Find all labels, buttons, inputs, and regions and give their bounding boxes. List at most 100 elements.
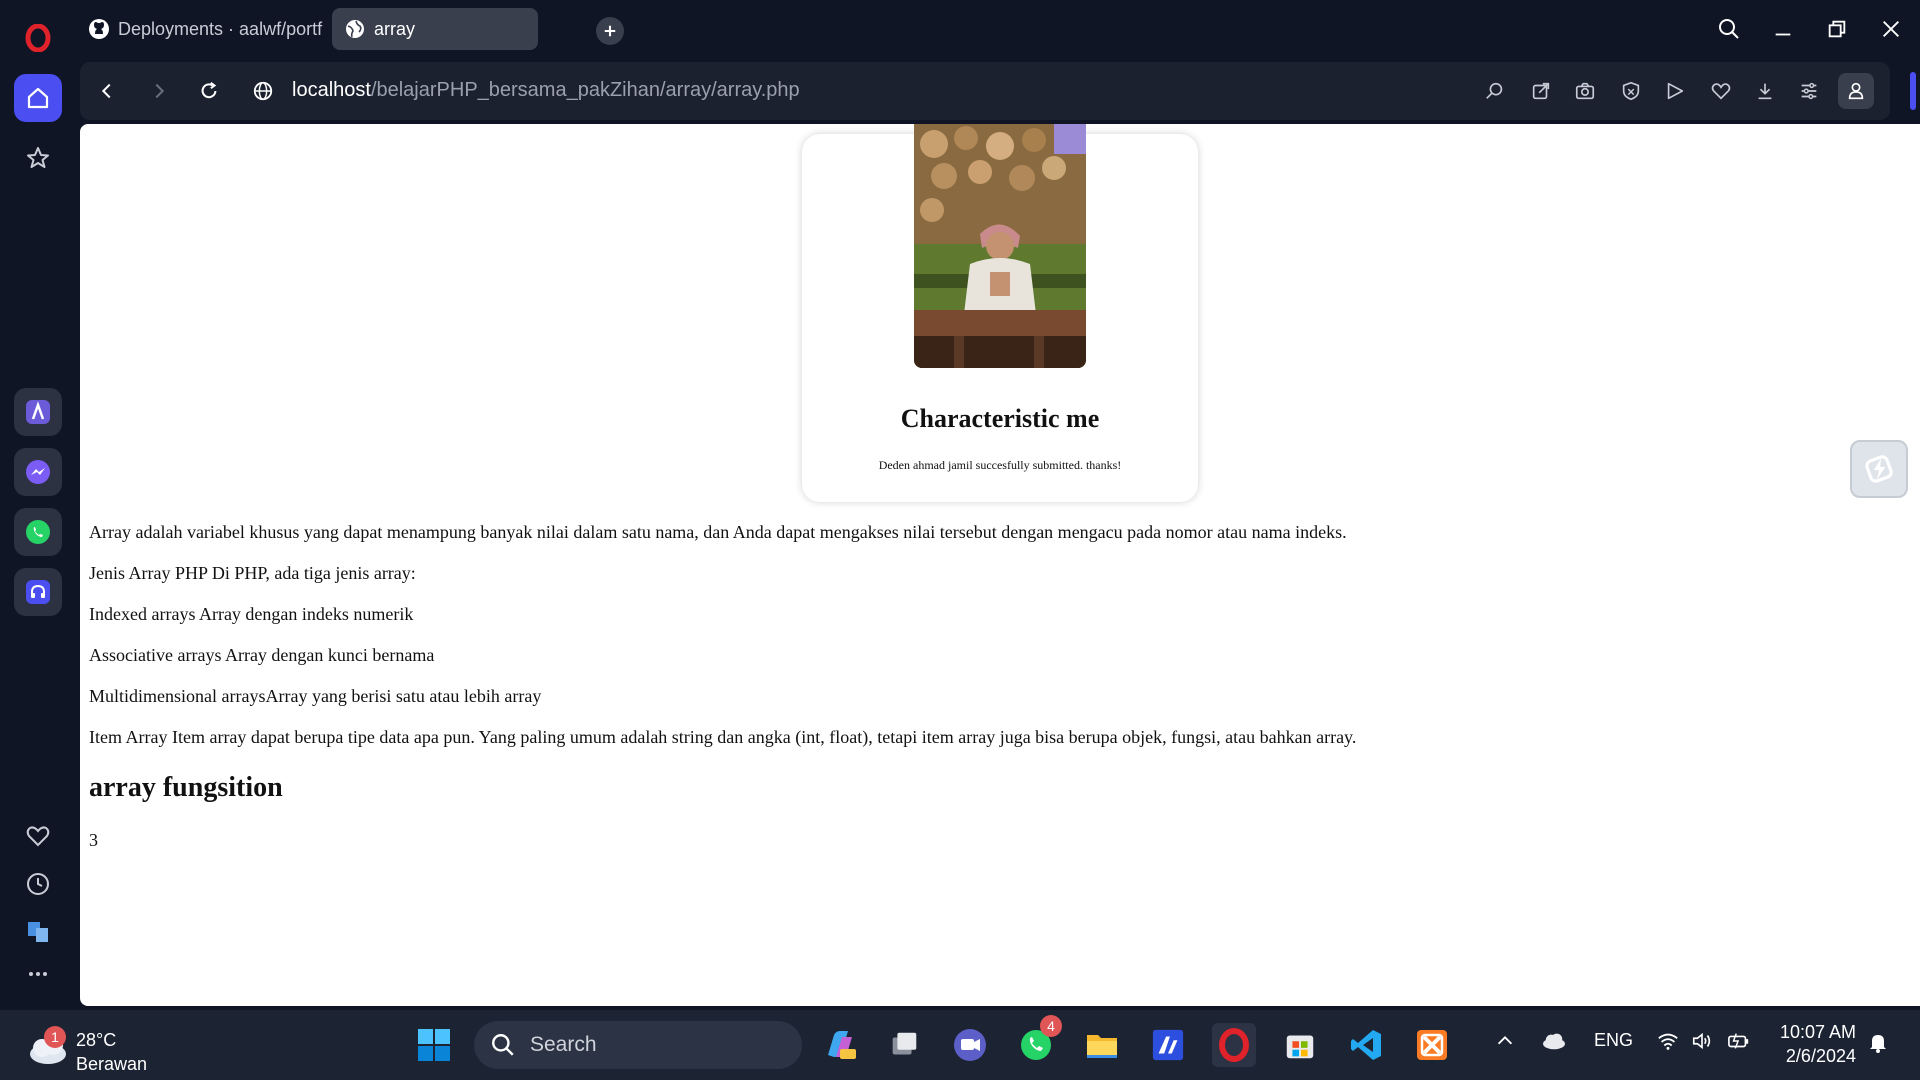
task-view-app[interactable] [882, 1023, 926, 1067]
flow-button[interactable] [1660, 76, 1690, 106]
paragraph-associative: Associative arrays Array dengan kunci be… [89, 645, 435, 665]
battery-icon [1728, 1033, 1749, 1049]
weather-widget[interactable]: 1 28°C Berawan [26, 1022, 147, 1074]
ai-app[interactable] [1146, 1023, 1190, 1067]
video-chat-icon [954, 1029, 986, 1061]
chevron-up-icon [1497, 1036, 1513, 1045]
heart-icon[interactable] [14, 812, 62, 860]
file-explorer-app[interactable] [1080, 1023, 1124, 1067]
xampp-icon [1417, 1030, 1447, 1060]
paragraph-definition: Array adalah variabel khusus yang dapat … [89, 522, 1347, 542]
search-tabs-button[interactable] [1714, 14, 1744, 44]
share-button[interactable] [1526, 76, 1556, 106]
section-heading: array fungsition [89, 772, 283, 803]
vscode-app[interactable] [1344, 1023, 1388, 1067]
share-icon [1532, 82, 1550, 100]
url-host: localhost [292, 79, 371, 101]
messenger-icon[interactable] [14, 448, 62, 496]
music-player-icon[interactable] [14, 568, 62, 616]
battery-button[interactable] [1726, 1030, 1752, 1057]
address-bar: localhost/belajarPHP_bersama_pakZihan/ar… [80, 62, 1890, 120]
tab-array[interactable]: array [332, 8, 538, 50]
language-indicator[interactable]: ENG [1594, 1030, 1633, 1051]
home-icon[interactable] [14, 74, 62, 122]
copilot-app[interactable] [818, 1023, 862, 1067]
camera-icon [1575, 82, 1595, 100]
ai-app-icon [1152, 1029, 1184, 1061]
easy-setup-button[interactable] [1794, 76, 1824, 106]
translate-icon[interactable] [14, 908, 62, 956]
tab-title: array [374, 18, 416, 39]
url-field[interactable]: localhost/belajarPHP_bersama_pakZihan/ar… [292, 79, 800, 102]
back-arrow-icon [101, 83, 111, 99]
bell-icon [1870, 1035, 1886, 1053]
taskbar-search[interactable]: Search [474, 1021, 802, 1069]
store-app[interactable] [1278, 1023, 1322, 1067]
xampp-app[interactable] [1410, 1023, 1454, 1067]
globe-icon [253, 81, 273, 101]
function-result: 3 [89, 830, 98, 850]
start-button[interactable] [412, 1023, 456, 1067]
adblock-button[interactable] [1616, 76, 1646, 106]
whatsapp-badge: 4 [1040, 1015, 1062, 1037]
back-button[interactable] [92, 76, 122, 106]
shield-icon [1622, 81, 1640, 101]
close-button[interactable] [1876, 14, 1906, 44]
opera-app[interactable] [1212, 1023, 1256, 1067]
snapshot-button[interactable] [1570, 76, 1600, 106]
heart-icon [1711, 83, 1731, 100]
zoom-button[interactable] [1480, 76, 1510, 106]
reload-icon [201, 81, 217, 99]
task-view-icon [892, 1032, 917, 1055]
show-hidden-icons-button[interactable] [1494, 1030, 1516, 1057]
paragraph-multidimensional: Multidimensional arraysArray yang berisi… [89, 686, 542, 706]
tab-deployments[interactable]: Deployments · aalwf/portf [76, 8, 324, 50]
close-icon [1883, 21, 1899, 37]
paragraph-indexed: Indexed arrays Array dengan indeks numer… [89, 604, 414, 624]
paragraph-types: Jenis Array PHP Di PHP, ada tiga jenis a… [89, 563, 416, 583]
sidebar-scroll-indicator [1910, 72, 1916, 110]
history-icon[interactable] [14, 860, 62, 908]
onedrive-button[interactable] [1540, 1030, 1568, 1057]
more-icon[interactable] [14, 950, 62, 998]
downloads-button[interactable] [1750, 76, 1780, 106]
url-path: /belajarPHP_bersama_pakZihan/array/array… [370, 79, 800, 101]
restore-icon [1828, 20, 1846, 38]
opera-logo-icon[interactable] [14, 14, 62, 62]
star-icon[interactable] [14, 134, 62, 182]
volume-icon [1692, 1032, 1711, 1050]
tab-title: Deployments · aalwf/portf [118, 18, 323, 39]
forward-button[interactable] [144, 76, 174, 106]
download-icon [1758, 83, 1772, 100]
restore-button[interactable] [1822, 14, 1852, 44]
profile-photo [914, 124, 1086, 368]
profile-button[interactable] [1838, 73, 1874, 109]
new-tab-button[interactable] [596, 17, 624, 45]
clock[interactable]: 10:07 AM 2/6/2024 [1780, 1020, 1856, 1068]
notifications-button[interactable] [1866, 1030, 1890, 1059]
reload-button[interactable] [194, 76, 224, 106]
minimize-button[interactable] [1768, 14, 1798, 44]
whatsapp-icon[interactable] [14, 508, 62, 556]
floating-extension-button[interactable] [1850, 440, 1908, 498]
browser-sidebar [0, 0, 76, 1010]
folder-icon [1087, 1035, 1117, 1058]
volume-button[interactable] [1690, 1030, 1714, 1057]
send-icon [1667, 82, 1684, 100]
aria-icon[interactable] [14, 388, 62, 436]
screen: Deployments · aalwf/portf array localhos… [0, 0, 1920, 1080]
site-info-button[interactable] [248, 76, 278, 106]
taskbar: 1 28°C Berawan Search 4 ENG 10:07 AM 2/6… [0, 1010, 1920, 1080]
wifi-button[interactable] [1656, 1030, 1680, 1057]
weather-temp: 28°C [76, 1030, 117, 1050]
whatsapp-app[interactable]: 4 [1014, 1015, 1062, 1067]
clock-time: 10:07 AM [1779, 1022, 1856, 1042]
settings-sliders-icon [1801, 82, 1817, 100]
windows-icon [418, 1029, 450, 1061]
paragraph-items: Item Array Item array dapat berupa tipe … [89, 727, 1357, 747]
teams-app[interactable] [948, 1023, 992, 1067]
store-icon [1286, 1035, 1314, 1059]
bookmark-button[interactable] [1706, 76, 1736, 106]
opera-icon [1219, 1028, 1249, 1062]
search-icon [492, 1034, 514, 1056]
